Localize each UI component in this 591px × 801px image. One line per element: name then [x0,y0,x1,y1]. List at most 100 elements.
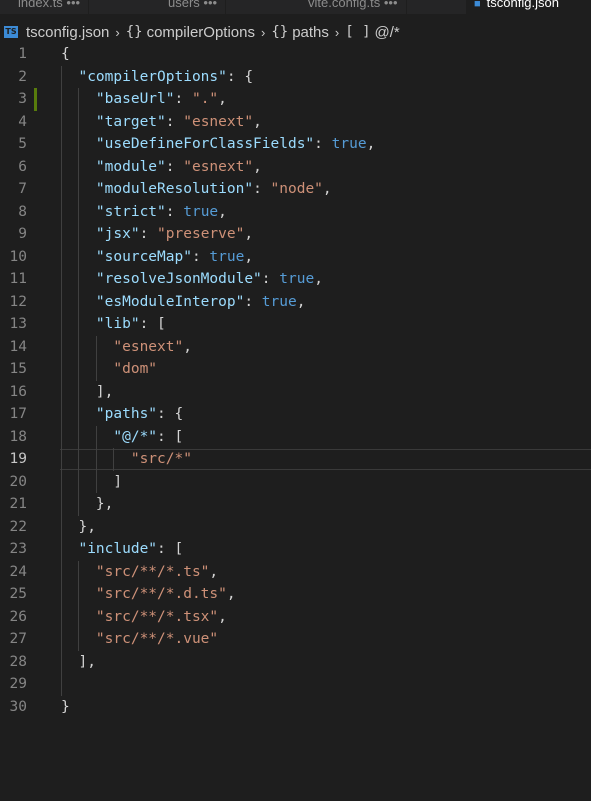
code-token: "src/**/*.vue" [95,631,219,647]
breadcrumb-alias[interactable]: @/* [375,24,400,41]
code-line[interactable]: 24 "src/**/*.ts", [0,561,591,584]
code-line[interactable]: 11 "resolveJsonModule": true, [0,268,591,291]
code-line[interactable]: 19 "src/*" [0,448,591,471]
code-line[interactable]: 4 "target": "esnext", [0,111,591,134]
code-line[interactable]: 20 ] [0,471,591,494]
code-text: "src/*" [61,448,192,471]
line-number: 7 [18,181,27,197]
line-number: 11 [9,271,27,287]
code-text: "paths": { [61,403,183,426]
code-token: ], [61,383,114,400]
code-token: }, [61,496,114,512]
code-token: "jsx" [95,226,140,242]
code-token: : [174,91,192,107]
code-token: "compilerOptions" [78,68,227,85]
line-number: 18 [9,428,27,445]
code-token: , [218,203,227,220]
code-line[interactable]: 13 "lib": [ [0,313,591,336]
code-line[interactable]: 22 }, [0,516,591,539]
editor-tab-bar: index.ts ••• users ••• vite.config.ts ••… [0,0,591,14]
code-line[interactable]: 16 ], [0,381,591,404]
line-number: 5 [18,136,27,152]
code-token: ] [61,473,123,490]
code-token: : [ [157,428,184,445]
code-line[interactable]: 30} [0,696,591,719]
line-number: 9 [18,226,27,242]
code-line[interactable]: 10 "sourceMap": true, [0,246,591,269]
tab-tsconfig[interactable]: ■ tsconfig.json [466,0,591,14]
code-line[interactable]: 18 "@/*": [ [0,426,591,449]
code-token: : [261,271,280,287]
code-token: true [331,136,367,152]
code-token: "src/**/*.ts" [95,563,210,580]
breadcrumb-compiler-options[interactable]: compilerOptions [147,24,255,41]
code-line[interactable]: 25 "src/**/*.d.ts", [0,583,591,606]
tab-tsconfig-label: tsconfig.json [486,0,559,10]
code-line[interactable]: 2 "compilerOptions": { [0,66,591,89]
code-line[interactable]: 17 "paths": { [0,403,591,426]
code-text: "strict": true, [61,201,227,224]
code-token: , [244,226,254,242]
code-token: } [61,698,70,715]
code-line[interactable]: 26 "src/**/*.tsx", [0,606,591,629]
code-line[interactable]: 14 "esnext", [0,336,591,359]
code-line[interactable]: 21 }, [0,493,591,516]
code-line[interactable]: 15 "dom" [0,358,591,381]
code-token: : [165,158,184,175]
code-line[interactable]: 27 "src/**/*.vue" [0,628,591,651]
line-number: 6 [18,158,27,175]
breadcrumb-paths[interactable]: paths [292,24,329,41]
code-token: "target" [95,113,166,130]
line-number: 3 [18,91,27,107]
line-number: 28 [9,653,27,670]
code-line[interactable]: 9 "jsx": "preserve", [0,223,591,246]
code-line[interactable]: 8 "strict": true, [0,201,591,224]
tab-index-ts[interactable]: index.ts ••• [10,0,90,14]
code-text: ], [61,651,95,674]
code-token: , [296,293,306,310]
code-line[interactable]: 1{ [0,43,591,66]
code-text: "module": "esnext", [61,156,262,179]
tab-vite-config[interactable]: vite.config.ts ••• [300,0,407,14]
code-line[interactable]: 7 "moduleResolution": "node", [0,178,591,201]
code-token: : [139,226,158,242]
code-token: , [209,563,219,580]
code-text: "useDefineForClassFields": true, [61,133,375,156]
code-line[interactable]: 5 "useDefineForClassFields": true, [0,133,591,156]
breadcrumb-file[interactable]: tsconfig.json [26,24,109,41]
code-token: "include" [78,541,158,557]
code-line[interactable]: 29 [0,673,591,696]
code-line[interactable]: 6 "module": "esnext", [0,156,591,179]
code-text: "moduleResolution": "node", [61,178,332,201]
code-token: "node" [270,181,323,197]
tab-users[interactable]: users ••• [160,0,227,14]
code-text: "src/**/*.d.ts", [61,583,236,606]
line-number: 26 [9,608,27,625]
code-text: "lib": [ [61,313,166,336]
code-token: : { [157,406,184,422]
code-token: , [218,608,227,625]
code-text: ], [61,381,113,404]
code-token: "paths" [95,406,158,422]
line-number: 8 [18,203,27,220]
code-token: , [244,248,254,265]
code-token: "src/**/*.tsx" [95,608,219,625]
code-token: : { [226,68,254,85]
code-text: "jsx": "preserve", [61,223,253,246]
code-line[interactable]: 3 "baseUrl": ".", [0,88,591,111]
object-icon: {} [271,24,289,40]
code-line[interactable]: 28 ], [0,651,591,674]
code-line[interactable]: 12 "esModuleInterop": true, [0,291,591,314]
code-editor[interactable]: 1{2 "compilerOptions": {3 "baseUrl": "."… [0,45,591,801]
code-token: "resolveJsonModule" [95,271,262,287]
code-text: "@/*": [ [61,426,183,449]
code-line[interactable]: 23 "include": [ [0,538,591,561]
